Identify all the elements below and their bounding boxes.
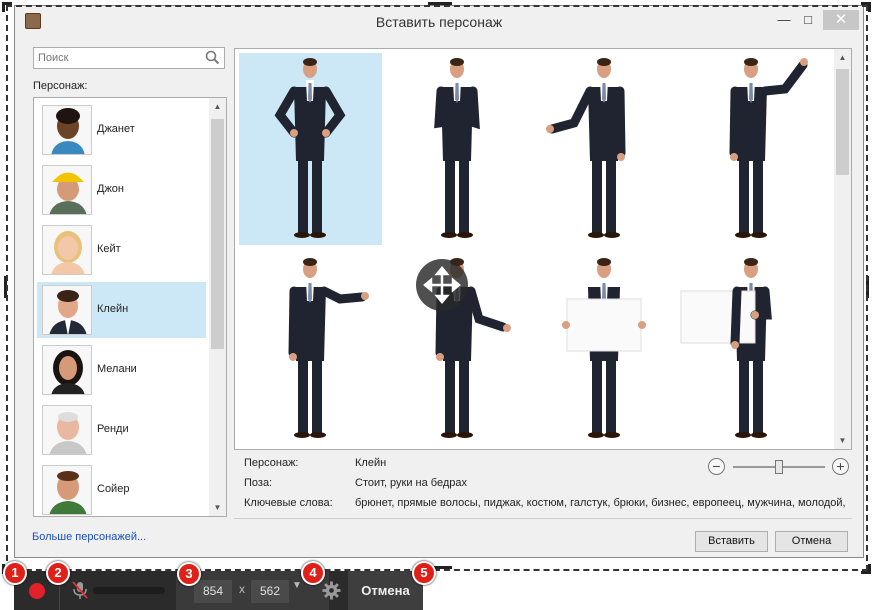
pose-thumbnail[interactable]	[533, 253, 676, 445]
search-input[interactable]	[34, 48, 202, 68]
character-pose-image	[729, 58, 808, 238]
zoom-slider-thumb[interactable]	[775, 460, 783, 474]
mic-muted-icon[interactable]	[71, 580, 89, 600]
character-name: Джанет	[97, 123, 135, 135]
info-character-value: Клейн	[355, 457, 387, 469]
pose-thumbnail[interactable]	[680, 53, 823, 245]
list-item[interactable]: Ренди	[37, 402, 206, 458]
info-keywords-value: брюнет, прямые волосы, пиджак, костюм, г…	[355, 497, 846, 509]
character-list: Джанет Джон Кейт Клейн Мелани Ренди Сойе…	[33, 97, 227, 517]
capture-handle-left[interactable]	[4, 276, 7, 298]
avatar	[42, 285, 92, 335]
list-item[interactable]: Кейт	[37, 222, 206, 278]
recorder-toolbar: 854 x 562 ▼ Отмена	[14, 571, 423, 610]
character-name: Джон	[97, 183, 125, 195]
character-name: Клейн	[97, 303, 129, 315]
character-name: Сойер	[97, 483, 130, 495]
step-badge-2: 2	[46, 561, 70, 585]
step-badge-3: 3	[177, 562, 201, 586]
height-input[interactable]: 562	[251, 580, 289, 603]
cancel-button[interactable]: Отмена	[775, 531, 848, 552]
list-item[interactable]: Мелани	[37, 342, 206, 398]
avatar	[42, 465, 92, 515]
capture-corner-top-left[interactable]	[2, 2, 12, 12]
character-pose-image	[288, 258, 369, 438]
close-button[interactable]: ✕	[823, 10, 859, 30]
info-pose-value: Стоит, руки на бедрах	[355, 477, 468, 489]
maximize-button[interactable]: □	[795, 10, 821, 30]
step-badge-1: 1	[3, 561, 27, 585]
character-list-scrollbar[interactable]: ▲ ▼	[209, 98, 226, 516]
scroll-up-arrow-icon[interactable]: ▲	[834, 49, 851, 66]
character-pose-image	[274, 58, 346, 238]
info-character-label: Персонаж:	[244, 457, 299, 469]
insert-character-dialog: Вставить персонаж — □ ✕ Персонаж: Джанет…	[14, 5, 864, 558]
step-badge-5: 5	[412, 561, 436, 585]
pose-thumbnail[interactable]	[239, 53, 382, 245]
more-characters-link[interactable]: Больше персонажей...	[32, 531, 146, 543]
size-dropdown-icon[interactable]: ▼	[292, 580, 302, 591]
pose-thumbnail[interactable]	[239, 253, 382, 445]
title-bar: Вставить персонаж — □ ✕	[15, 6, 863, 36]
pose-thumbnail[interactable]	[680, 253, 823, 445]
scroll-down-arrow-icon[interactable]: ▼	[209, 499, 226, 516]
pose-grid-scrollbar[interactable]: ▲ ▼	[834, 49, 851, 449]
search-icon[interactable]	[205, 50, 220, 65]
scrollbar-thumb[interactable]	[836, 69, 849, 175]
avatar	[42, 225, 92, 275]
avatar	[42, 165, 92, 215]
avatar	[42, 405, 92, 455]
pose-thumbnail[interactable]	[386, 53, 529, 245]
avatar	[42, 345, 92, 395]
window-title: Вставить персонаж	[375, 14, 503, 30]
zoom-control: − +	[708, 458, 850, 476]
screen: Вставить персонаж — □ ✕ Персонаж: Джанет…	[0, 0, 873, 610]
step-badge-4: 4	[301, 561, 325, 585]
record-button[interactable]	[29, 583, 45, 599]
capture-corner-top-right[interactable]	[861, 2, 871, 12]
move-cursor-icon	[416, 259, 468, 311]
scroll-up-arrow-icon[interactable]: ▲	[209, 98, 226, 115]
character-name: Мелани	[97, 363, 137, 375]
list-item[interactable]: Сойер	[37, 462, 206, 516]
divider	[234, 518, 852, 519]
character-pose-image	[434, 58, 480, 238]
zoom-in-button[interactable]: +	[832, 458, 849, 475]
pose-thumbnail[interactable]	[533, 53, 676, 245]
capture-corner-bottom-right[interactable]	[861, 564, 871, 574]
audio-level-meter	[93, 587, 165, 594]
character-name: Кейт	[97, 243, 121, 255]
capture-handle-right[interactable]	[866, 276, 869, 298]
character-pose-image	[546, 58, 626, 238]
list-item[interactable]: Джанет	[37, 102, 206, 158]
character-pose-image	[562, 258, 646, 438]
info-keywords-label: Ключевые слова:	[244, 497, 333, 509]
character-label: Персонаж:	[33, 80, 88, 92]
list-item[interactable]: Клейн	[37, 282, 206, 338]
width-input[interactable]: 854	[194, 580, 232, 603]
avatar	[42, 105, 92, 155]
gear-icon[interactable]	[322, 581, 341, 600]
scroll-down-arrow-icon[interactable]: ▼	[834, 432, 851, 449]
size-separator: x	[239, 582, 245, 596]
insert-button[interactable]: Вставить	[695, 531, 768, 552]
list-item[interactable]: Джон	[37, 162, 206, 218]
info-pose-label: Поза:	[244, 477, 273, 489]
zoom-out-button[interactable]: −	[708, 458, 725, 475]
scrollbar-thumb[interactable]	[211, 119, 224, 349]
capture-handle-top[interactable]	[428, 2, 452, 5]
character-name: Ренди	[97, 423, 129, 435]
search-box[interactable]	[33, 47, 225, 69]
pose-grid: ▲ ▼	[234, 48, 852, 450]
character-pose-image	[680, 258, 772, 438]
minimize-button[interactable]: —	[771, 10, 797, 30]
